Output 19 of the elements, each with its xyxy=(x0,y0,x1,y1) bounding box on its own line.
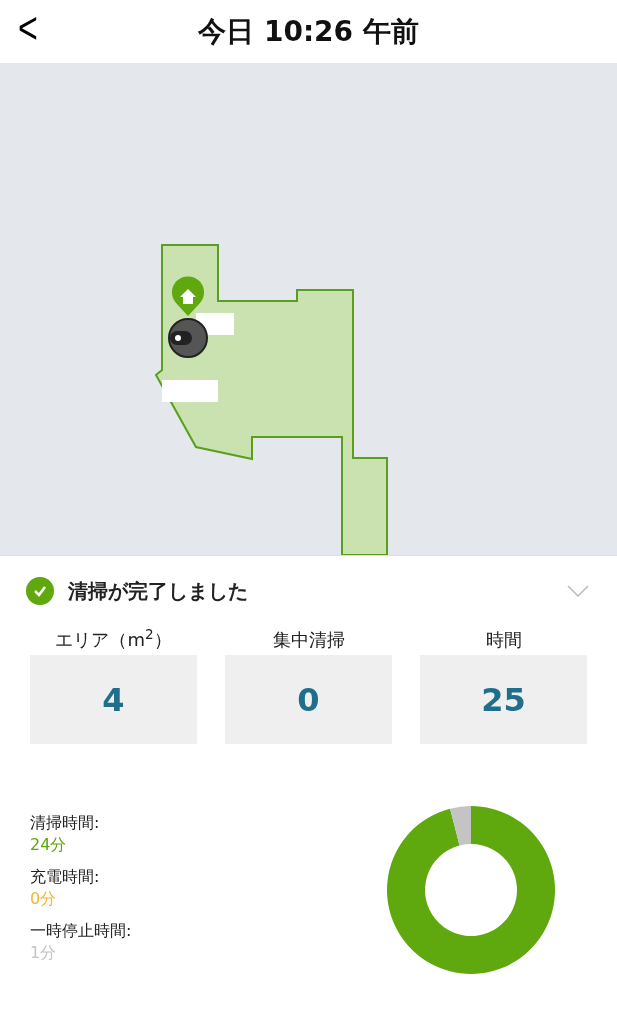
legend-label: 清掃時間: xyxy=(30,812,101,834)
legend-value: 1分 xyxy=(30,942,58,964)
legend-label: 一時停止時間: xyxy=(30,920,133,942)
stat-value: 4 xyxy=(30,655,197,744)
legend-label: 充電時間: xyxy=(30,866,101,888)
stat-value: 0 xyxy=(225,655,392,744)
stat-value: 25 xyxy=(420,655,587,744)
stat-label: エリア（m$^{2}$） xyxy=(55,625,172,652)
home-pin-icon xyxy=(172,276,204,316)
legend-value: 0分 xyxy=(30,888,58,910)
robot-icon xyxy=(168,318,208,358)
page-title: 今日 10:26 午前 xyxy=(198,13,419,50)
obstacle-block xyxy=(162,380,218,402)
stat-label: 集中清掃 xyxy=(272,628,345,652)
stat-label: 時間 xyxy=(485,628,522,652)
back-button[interactable]: < xyxy=(14,4,42,50)
legend-value: 24分 xyxy=(30,834,68,856)
chevron-icon[interactable] xyxy=(567,584,589,597)
status-text: 清掃が完了しました xyxy=(68,577,248,605)
